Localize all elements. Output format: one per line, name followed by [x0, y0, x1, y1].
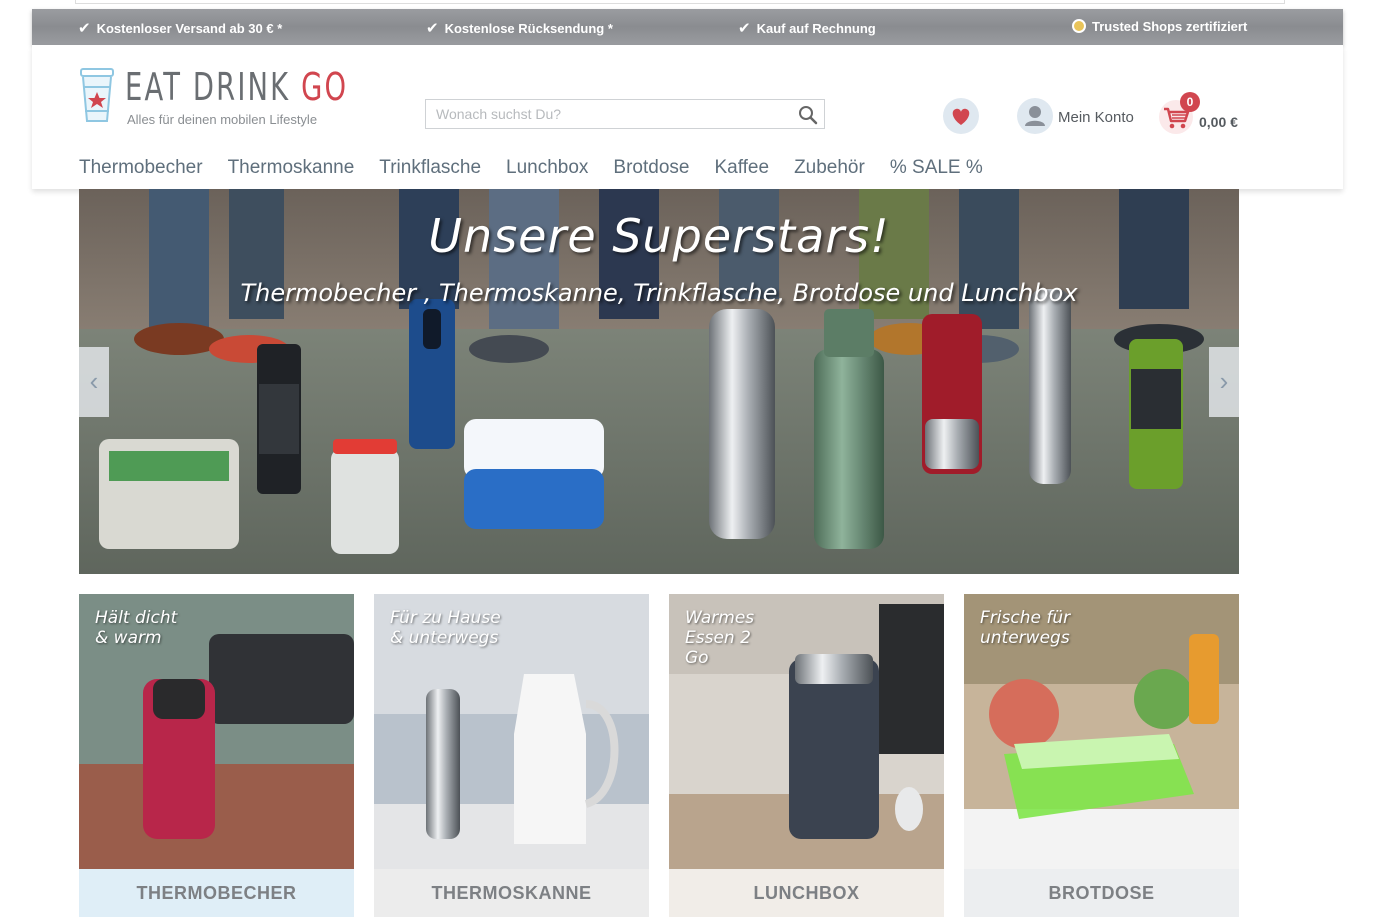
category-tile-lunchbox[interactable]: Warmes Essen 2 Go LUNCHBOX: [669, 594, 944, 917]
page: ✔ Kostenloser Versand ab 30 € * ✔ Kostenlo…: [0, 0, 1375, 917]
tile-label[interactable]: THERMOSKANNE: [374, 869, 649, 917]
check-icon: ✔: [738, 20, 751, 37]
usp-text: Trusted Shops zertifiziert: [1092, 19, 1248, 34]
usp-text: Kauf auf Rechnung: [756, 21, 876, 36]
site-header: EAT DRINK GO Alles für deinen mobilen Li…: [32, 45, 1343, 189]
search-box: [425, 99, 825, 129]
user-icon: [1025, 106, 1045, 126]
nav-item-thermoskanne[interactable]: Thermoskanne: [228, 157, 355, 179]
tile-label[interactable]: THERMOBECHER: [79, 869, 354, 917]
cart-total[interactable]: 0,00 €: [1199, 114, 1238, 130]
tile-tagline: Warmes Essen 2 Go: [685, 608, 755, 668]
category-tile-brotdose[interactable]: Frische für unterwegs BROTDOSE: [964, 594, 1239, 917]
slider-next-button[interactable]: ›: [1209, 347, 1239, 417]
chevron-left-icon: ‹: [89, 366, 99, 396]
category-tile-thermoskanne[interactable]: Für zu Hause & unterwegs THERMOSKANNE: [374, 594, 649, 917]
usp-item-invoice: ✔ Kauf auf Rechnung: [738, 19, 876, 37]
logo-subtitle: Alles für deinen mobilen Lifestyle: [127, 112, 318, 127]
nav-item-brotdose[interactable]: Brotdose: [613, 157, 689, 179]
tile-tagline: Frische für unterwegs: [980, 608, 1071, 648]
usp-text: Kostenlose Rücksendung *: [444, 21, 613, 36]
nav-item-kaffee[interactable]: Kaffee: [714, 157, 769, 179]
category-tile-thermobecher[interactable]: Hält dicht & warm THERMOBECHER: [79, 594, 354, 917]
top-edge: [75, 0, 1285, 4]
main-nav: Thermobecher Thermoskanne Trinkflasche Lunc…: [79, 157, 1008, 183]
account-button[interactable]: [1017, 98, 1053, 134]
nav-item-thermobecher[interactable]: Thermobecher: [79, 157, 203, 179]
usp-item-returns: ✔ Kostenlose Rücksendung *: [426, 19, 613, 37]
hero-slider[interactable]: Unsere Superstars! Thermobecher , Thermo…: [79, 189, 1239, 574]
search-icon[interactable]: [798, 105, 818, 125]
tile-tagline: Für zu Hause & unterwegs: [390, 608, 501, 648]
heart-icon: [952, 108, 970, 125]
coffee-cup-icon: [80, 68, 114, 122]
usp-text: Kostenloser Versand ab 30 € *: [96, 21, 283, 36]
check-icon: ✔: [78, 20, 91, 37]
nav-item-sale[interactable]: % SALE %: [890, 157, 983, 179]
tile-tagline: Hält dicht & warm: [95, 608, 178, 648]
check-icon: ✔: [426, 20, 439, 37]
nav-item-trinkflasche[interactable]: Trinkflasche: [379, 157, 481, 179]
nav-item-lunchbox[interactable]: Lunchbox: [506, 157, 588, 179]
slider-prev-button[interactable]: ‹: [79, 347, 109, 417]
tile-label[interactable]: LUNCHBOX: [669, 869, 944, 917]
logo-title: EAT DRINK GO: [125, 65, 349, 109]
usp-item-trusted-shops[interactable]: Trusted Shops zertifiziert: [1072, 19, 1247, 34]
cart-count-badge: 0: [1180, 92, 1200, 112]
search-input[interactable]: [426, 100, 786, 128]
nav-item-zubehoer[interactable]: Zubehör: [794, 157, 865, 179]
hero-subtitle: Thermobecher , Thermoskanne, Trinkflasch…: [240, 279, 1078, 307]
account-label[interactable]: Mein Konto: [1058, 109, 1134, 126]
site-logo[interactable]: EAT DRINK GO Alles für deinen mobilen Li…: [79, 65, 346, 135]
usp-bar: ✔ Kostenloser Versand ab 30 € * ✔ Kostenlo…: [32, 9, 1343, 45]
tile-label[interactable]: BROTDOSE: [964, 869, 1239, 917]
wishlist-button[interactable]: [943, 98, 979, 134]
hero-title: Unsere Superstars!: [428, 209, 890, 263]
trusted-shops-icon: [1072, 19, 1086, 33]
usp-item-shipping: ✔ Kostenloser Versand ab 30 € *: [78, 19, 282, 37]
chevron-right-icon: ›: [1219, 366, 1229, 396]
